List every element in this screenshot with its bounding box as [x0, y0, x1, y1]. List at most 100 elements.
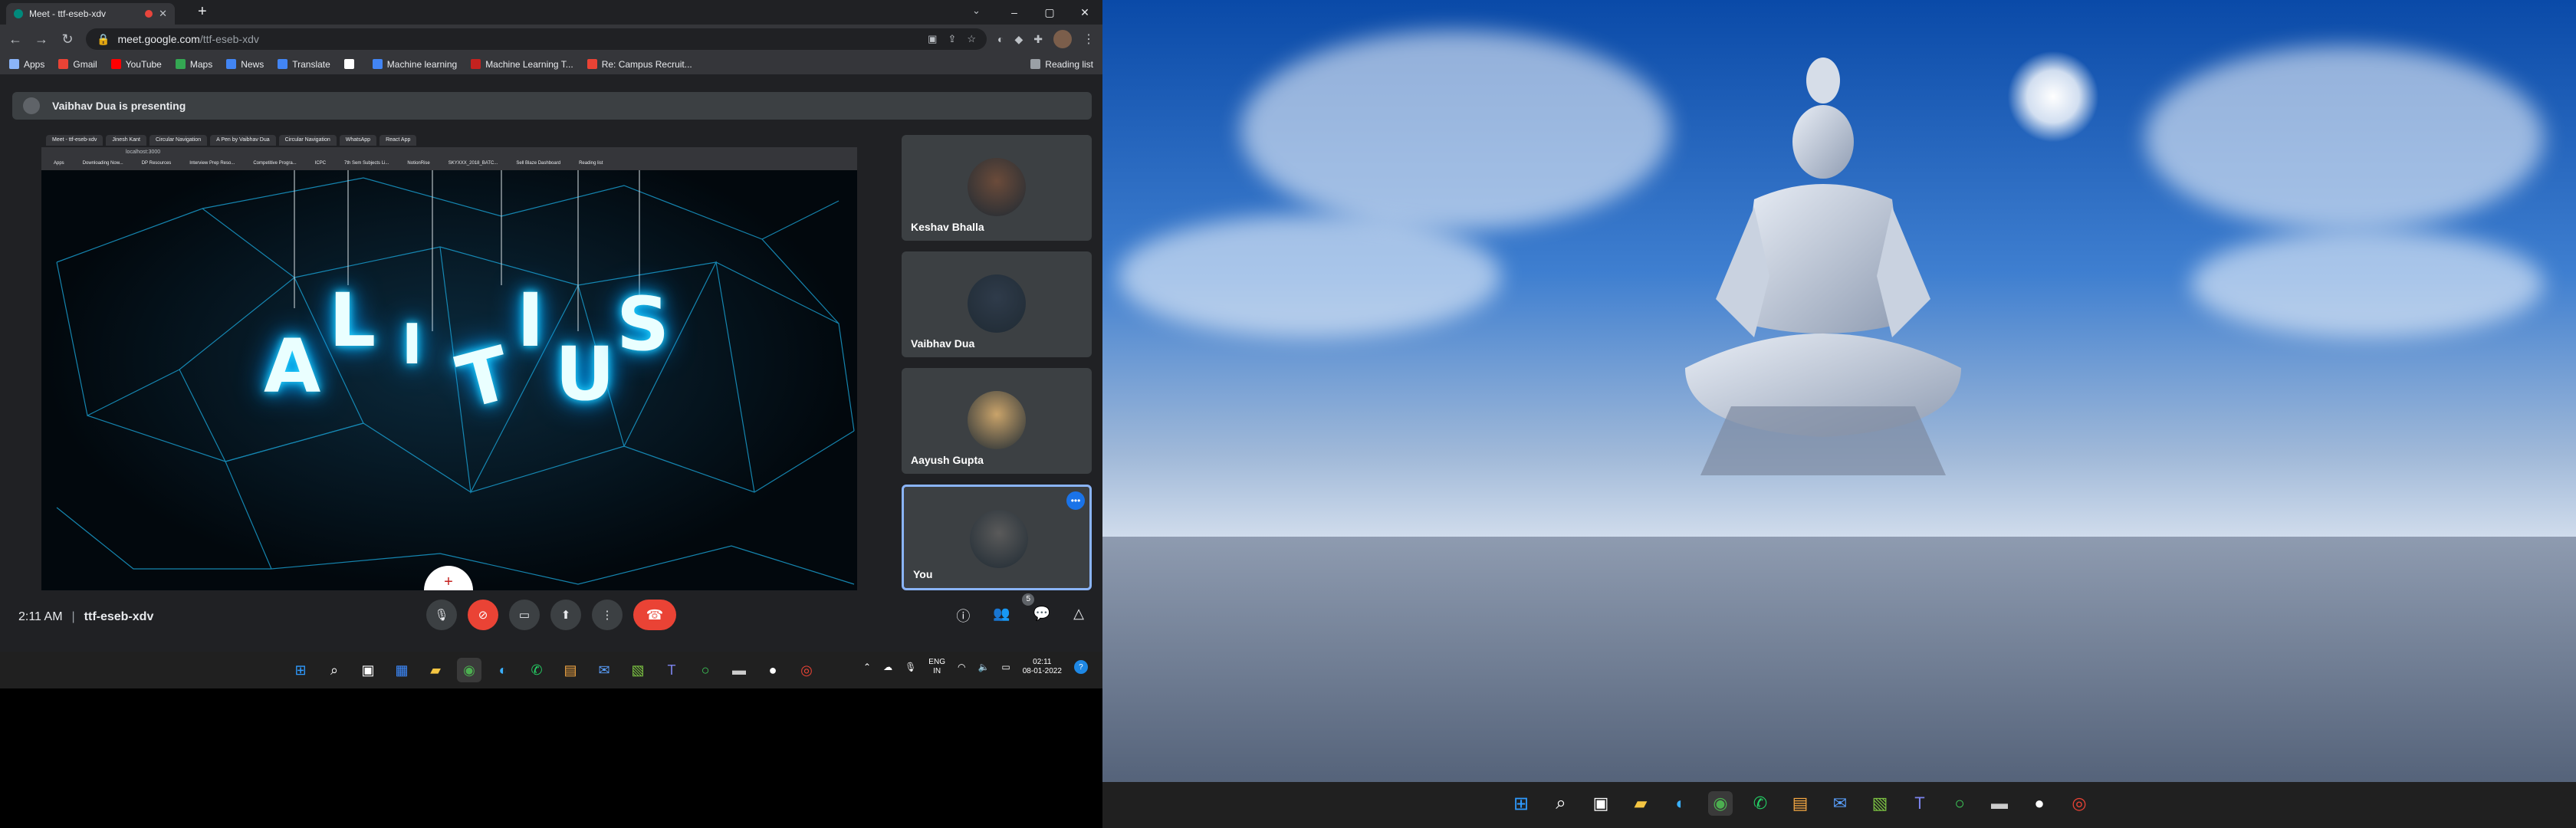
- extensions-area: ◐ ◆ ✚: [997, 33, 1043, 46]
- wifi-icon[interactable]: ◠: [958, 662, 965, 672]
- address-bar[interactable]: 🔒 meet.google.com/ttf-eseb-xdv ▣ ⇪ ☆: [86, 28, 987, 50]
- windows-start-icon[interactable]: ⊞: [1509, 791, 1533, 816]
- search-icon[interactable]: ⌕: [322, 658, 347, 682]
- end-call-icon: ☎: [646, 606, 664, 623]
- participant-tile[interactable]: Aayush Gupta: [902, 368, 1092, 474]
- activities-icon[interactable]: △: [1073, 606, 1084, 626]
- chrome-icon[interactable]: ◉: [457, 658, 481, 682]
- task-view-icon[interactable]: ▣: [1589, 791, 1613, 816]
- forward-icon[interactable]: →: [34, 31, 49, 48]
- shared-tab: Circular Navigation: [278, 135, 337, 146]
- maximize-button[interactable]: ▢: [1032, 0, 1067, 25]
- clock[interactable]: 02:11 08-01-2022: [1023, 658, 1062, 676]
- close-button[interactable]: ✕: [1067, 0, 1102, 25]
- widgets-icon[interactable]: ▦: [389, 658, 414, 682]
- bookmark-item[interactable]: Gmail: [58, 59, 97, 70]
- whatsapp-icon[interactable]: ✆: [1748, 791, 1773, 816]
- new-tab-button[interactable]: +: [198, 3, 207, 21]
- more-options-button[interactable]: ⋮: [592, 600, 623, 630]
- more-vert-icon: ⋮: [601, 609, 613, 622]
- separator: |: [71, 610, 75, 623]
- self-tile[interactable]: You •••: [902, 485, 1092, 590]
- volume-icon[interactable]: 🔈: [978, 662, 989, 672]
- windows-start-icon[interactable]: ⊞: [288, 658, 313, 682]
- notepad-icon[interactable]: ▧: [626, 658, 650, 682]
- reload-icon[interactable]: ↻: [60, 31, 75, 48]
- language-indicator[interactable]: ENG IN: [928, 658, 945, 676]
- minimize-button[interactable]: –: [997, 0, 1032, 25]
- bookmark-item[interactable]: YouTube: [110, 59, 162, 70]
- microphone-button[interactable]: 🎙: [426, 600, 457, 630]
- bookmark-item[interactable]: Apps: [9, 59, 44, 70]
- notification-icon[interactable]: ?: [1073, 660, 1088, 674]
- terminal-icon[interactable]: ▬: [727, 658, 751, 682]
- bookmark-item[interactable]: Machine Learning T...: [471, 59, 573, 70]
- whatsapp-icon[interactable]: ✆: [524, 658, 549, 682]
- people-icon[interactable]: 👥 5: [993, 593, 1035, 626]
- more-options-icon[interactable]: •••: [1066, 491, 1085, 510]
- tab-close-icon[interactable]: ✕: [159, 8, 167, 20]
- edge-icon[interactable]: ◐: [491, 658, 515, 682]
- file-explorer-icon[interactable]: ▰: [1628, 791, 1653, 816]
- share-icon[interactable]: ⇪: [948, 33, 956, 45]
- captions-button[interactable]: ▭: [509, 600, 540, 630]
- extension-icon[interactable]: ◐: [997, 33, 1004, 46]
- tab-search-icon[interactable]: ⌄: [972, 5, 981, 17]
- battery-icon[interactable]: ▭: [1001, 662, 1010, 672]
- chrome-alt-icon[interactable]: ◎: [2067, 791, 2091, 816]
- edge-icon[interactable]: ◐: [1668, 791, 1693, 816]
- tray-chevron-icon[interactable]: ⌃: [863, 662, 871, 672]
- teams-icon[interactable]: T: [659, 658, 684, 682]
- notepad-icon[interactable]: ▧: [1868, 791, 1892, 816]
- bookmark-item[interactable]: Machine learning: [372, 59, 457, 70]
- bookmark-item[interactable]: Maps: [175, 59, 212, 70]
- neon-letter: I: [517, 278, 544, 363]
- participant-tile[interactable]: Vaibhav Dua: [902, 251, 1092, 357]
- bookmark-item[interactable]: Re: Campus Recruit...: [586, 59, 692, 70]
- rocky-ground: [1102, 537, 2576, 782]
- terminal-icon[interactable]: ▬: [1987, 791, 2012, 816]
- bookmark-star-icon[interactable]: ☆: [967, 33, 976, 45]
- bookmark-item[interactable]: Translate: [278, 59, 330, 70]
- app-ring-icon[interactable]: ○: [693, 658, 718, 682]
- mail-icon[interactable]: ✉: [592, 658, 616, 682]
- participant-tile[interactable]: Keshav Bhalla: [902, 135, 1092, 241]
- url-path: /ttf-eseb-xdv: [199, 33, 259, 45]
- end-call-button[interactable]: ☎: [633, 600, 676, 630]
- screen-share-view[interactable]: Meet - ttf-eseb-xdv Jinesh Kant Circular N…: [41, 133, 857, 590]
- mic-icon[interactable]: 🎙: [905, 662, 916, 672]
- reading-list-button[interactable]: Reading list: [1030, 59, 1093, 70]
- present-button[interactable]: ⬆: [550, 600, 581, 630]
- puzzle-icon[interactable]: ✚: [1033, 33, 1043, 46]
- app-circle-icon[interactable]: ●: [2027, 791, 2052, 816]
- meeting-details-icon[interactable]: ⓘ: [956, 606, 970, 626]
- store-icon[interactable]: ▤: [558, 658, 583, 682]
- chrome-menu-icon[interactable]: ⋮: [1083, 31, 1095, 47]
- app-circle-icon[interactable]: ●: [761, 658, 785, 682]
- app-ring-icon[interactable]: ○: [1947, 791, 1972, 816]
- back-icon[interactable]: ←: [8, 31, 23, 48]
- teams-icon[interactable]: T: [1907, 791, 1932, 816]
- shared-bookmark: Sell Blaze Dashboard: [516, 161, 561, 166]
- neon-letter: S: [616, 281, 670, 367]
- shared-bookmark: Apps: [54, 161, 64, 166]
- chrome-icon[interactable]: ◉: [1708, 791, 1733, 816]
- tab-meet[interactable]: Meet - ttf-eseb-xdv ✕: [6, 3, 175, 25]
- camera-off-button[interactable]: ⊘: [468, 600, 498, 630]
- chrome-alt-icon[interactable]: ◎: [794, 658, 819, 682]
- profile-avatar[interactable]: [1053, 30, 1072, 48]
- neon-letter: U: [555, 331, 615, 417]
- mail-icon[interactable]: ✉: [1828, 791, 1852, 816]
- store-icon[interactable]: ▤: [1788, 791, 1812, 816]
- search-icon[interactable]: ⌕: [1549, 791, 1573, 816]
- bookmark-item[interactable]: [343, 59, 359, 69]
- camera-in-use-icon[interactable]: ▣: [928, 33, 937, 45]
- bookmark-item[interactable]: News: [226, 59, 264, 70]
- shared-tab: Jinesh Kant: [106, 135, 146, 146]
- file-explorer-icon[interactable]: ▰: [423, 658, 448, 682]
- chat-icon[interactable]: 💬: [1033, 606, 1050, 626]
- extension-icon[interactable]: ◆: [1014, 33, 1023, 46]
- weather-icon[interactable]: ☁: [883, 662, 892, 672]
- task-view-icon[interactable]: ▣: [356, 658, 380, 682]
- captions-icon: ▭: [518, 609, 531, 622]
